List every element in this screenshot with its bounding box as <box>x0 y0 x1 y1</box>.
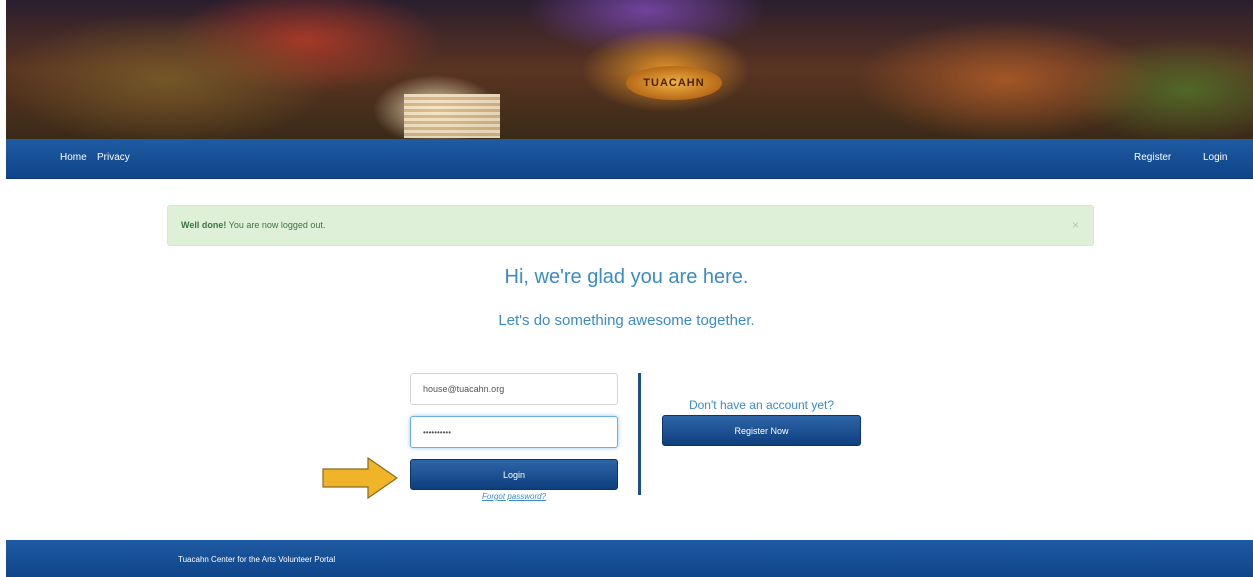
register-now-button[interactable]: Register Now <box>662 415 861 446</box>
page-footer: Tuacahn Center for the Arts Volunteer Po… <box>6 540 1253 577</box>
alert-strong-text: Well done! <box>181 220 227 230</box>
login-button[interactable]: Login <box>410 459 618 490</box>
email-input[interactable] <box>410 373 618 405</box>
alert-message: You are now logged out. <box>226 220 326 230</box>
page-subtitle: Let's do something awesome together. <box>498 312 755 329</box>
banner-logo-sign: TUACAHN <box>626 66 722 100</box>
no-account-prompt: Don't have an account yet? <box>688 398 835 412</box>
nav-home-link[interactable]: Home <box>60 152 87 163</box>
nav-privacy-link[interactable]: Privacy <box>97 152 130 163</box>
top-navbar: Home Privacy Register Login <box>6 139 1253 179</box>
password-input[interactable] <box>410 416 618 448</box>
nav-register-link[interactable]: Register <box>1134 152 1171 163</box>
form-divider <box>638 373 641 495</box>
logout-success-alert: Well done! You are now logged out. × <box>167 205 1094 246</box>
arrow-right-icon <box>322 457 398 499</box>
nav-login-link[interactable]: Login <box>1203 152 1227 163</box>
page-title: Hi, we're glad you are here. <box>504 266 749 288</box>
footer-text: Tuacahn Center for the Arts Volunteer Po… <box>178 555 336 564</box>
forgot-password-link[interactable]: Forgot password? <box>410 492 618 501</box>
alert-close-icon[interactable]: × <box>1072 206 1079 245</box>
header-banner-image: TUACAHN <box>6 0 1253 139</box>
banner-stairs <box>404 94 500 138</box>
